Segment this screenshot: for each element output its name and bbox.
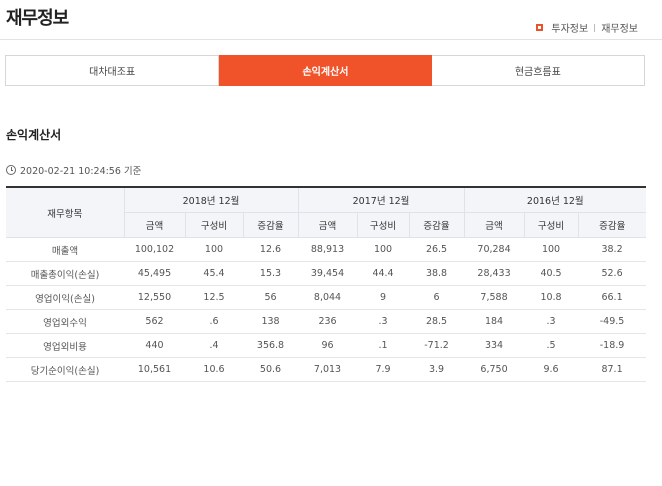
- table-cell: 8,044: [298, 285, 358, 310]
- table-cell: 66.1: [578, 285, 647, 310]
- table-cell: .5: [524, 333, 579, 358]
- table-cell: 70,284: [464, 237, 525, 262]
- table-cell: 100,102: [124, 237, 185, 262]
- period-header: 2018년 12월: [123, 186, 299, 213]
- table-cell: -49.5: [578, 309, 647, 334]
- table-cell: 12.6: [243, 237, 299, 262]
- growth-header: 증감율: [242, 212, 299, 238]
- table-row: 영업외수익 562.6 138 236.3 28.5 184.3 -49.5: [6, 309, 647, 334]
- table-cell: 6: [409, 285, 465, 310]
- growth-header: 증감율: [577, 212, 647, 238]
- header-divider: [0, 39, 662, 40]
- table-row: 매출총이익(손실) 45,495 45.4 15.3 39,454 44.4 38.8 28,…: [6, 261, 647, 286]
- table-cell: 7,588: [464, 285, 525, 310]
- table-cell: -18.9: [578, 333, 647, 358]
- table-cell: 87.1: [578, 357, 647, 382]
- breadcrumb-item-financial[interactable]: 재무정보: [601, 20, 638, 35]
- table-cell: 28,433: [464, 261, 525, 286]
- table-row: 매출액 100,102 100 12.6 88,913 100 26.5 70,284 100 3…: [6, 237, 647, 262]
- table-cell: 6,750: [464, 357, 525, 382]
- table-cell: 96: [298, 333, 358, 358]
- breadcrumb-separator: [594, 23, 596, 32]
- table-cell: 50.6: [243, 357, 299, 382]
- table-row: 당기순이익(손실) 10,561 10.6 50.6 7,013 7.9 3.9 6,750 9…: [6, 357, 647, 382]
- table-cell: 56: [243, 285, 299, 310]
- statement-tabs: 대차대조표 손익계산서 현금흐름표: [5, 55, 645, 86]
- table-row: 영업이익(손실) 12,550 12.5 56 8,044 9 6 7,588 10.8 66.1: [6, 285, 647, 310]
- tab-balance-sheet[interactable]: 대차대조표: [6, 56, 220, 85]
- breadcrumb-item-investment[interactable]: 투자정보: [551, 20, 588, 35]
- table-cell: 44.4: [357, 261, 410, 286]
- table-cell: 10,561: [124, 357, 185, 382]
- row-item-label: 매출액: [6, 237, 124, 262]
- table-cell: 356.8: [243, 333, 299, 358]
- amount-header: 금액: [297, 212, 358, 238]
- table-cell: 39,454: [298, 261, 358, 286]
- tab-income-statement[interactable]: 손익계산서: [219, 55, 432, 86]
- ratio-header: 구성비: [184, 212, 243, 238]
- income-statement-table: 재무항목 2018년 12월 2017년 12월 2016년 12월 금액 구성…: [6, 186, 647, 382]
- table-cell: 9: [357, 285, 410, 310]
- period-header: 2017년 12월: [297, 186, 465, 213]
- ratio-header: 구성비: [523, 212, 579, 238]
- amount-header: 금액: [463, 212, 525, 238]
- home-icon[interactable]: [536, 24, 544, 31]
- row-item-label: 영업이익(손실): [6, 285, 124, 310]
- table-cell: .6: [185, 309, 243, 334]
- table-cell: 10.6: [185, 357, 243, 382]
- table-cell: 100: [524, 237, 579, 262]
- table-cell: -71.2: [409, 333, 465, 358]
- table-cell: 334: [464, 333, 525, 358]
- table-row: 영업외비용 440.4 356.8 96.1 -71.2 334.5 -18.9: [6, 333, 647, 358]
- period-header: 2016년 12월: [463, 186, 647, 213]
- table-cell: 12.5: [185, 285, 243, 310]
- table-cell: 15.3: [243, 261, 299, 286]
- table-cell: 3.9: [409, 357, 465, 382]
- row-item-label: 영업외비용: [6, 333, 124, 358]
- section-title: 손익계산서: [6, 128, 62, 142]
- item-column-header: 재무항목: [6, 186, 124, 238]
- table-cell: 7.9: [357, 357, 410, 382]
- clock-icon: [6, 165, 16, 175]
- table-cell: 38.8: [409, 261, 465, 286]
- table-cell: 40.5: [524, 261, 579, 286]
- table-cell: 45.4: [185, 261, 243, 286]
- table-cell: 184: [464, 309, 525, 334]
- table-body: 매출액 100,102 100 12.6 88,913 100 26.5 70,284 100 3…: [6, 237, 647, 382]
- timestamp-text: 2020-02-21 10:24:56 기준: [20, 166, 142, 177]
- table-cell: 7,013: [298, 357, 358, 382]
- table-cell: .1: [357, 333, 410, 358]
- amount-header: 금액: [123, 212, 185, 238]
- table-cell: 26.5: [409, 237, 465, 262]
- table-cell: 45,495: [124, 261, 185, 286]
- growth-header: 증감율: [408, 212, 465, 238]
- row-item-label: 영업외수익: [6, 309, 124, 334]
- table-cell: 236: [298, 309, 358, 334]
- row-item-label: 매출총이익(손실): [6, 261, 124, 286]
- table-cell: .3: [357, 309, 410, 334]
- table-cell: 38.2: [578, 237, 647, 262]
- timestamp: 2020-02-21 10:24:56 기준: [6, 163, 141, 177]
- table-cell: 440: [124, 333, 185, 358]
- page-title: 재무정보: [6, 8, 69, 29]
- table-cell: 10.8: [524, 285, 579, 310]
- table-cell: 9.6: [524, 357, 579, 382]
- table-cell: 562: [124, 309, 185, 334]
- table-cell: 28.5: [409, 309, 465, 334]
- table-cell: 88,913: [298, 237, 358, 262]
- table-cell: .4: [185, 333, 243, 358]
- table-cell: 138: [243, 309, 299, 334]
- table-cell: 100: [357, 237, 410, 262]
- table-cell: 12,550: [124, 285, 185, 310]
- row-item-label: 당기순이익(손실): [6, 357, 124, 382]
- breadcrumb: 투자정보 재무정보: [536, 20, 638, 35]
- ratio-header: 구성비: [356, 212, 410, 238]
- table-cell: .3: [524, 309, 579, 334]
- table-cell: 100: [185, 237, 243, 262]
- table-cell: 52.6: [578, 261, 647, 286]
- tab-cash-flow[interactable]: 현금흐름표: [431, 56, 644, 85]
